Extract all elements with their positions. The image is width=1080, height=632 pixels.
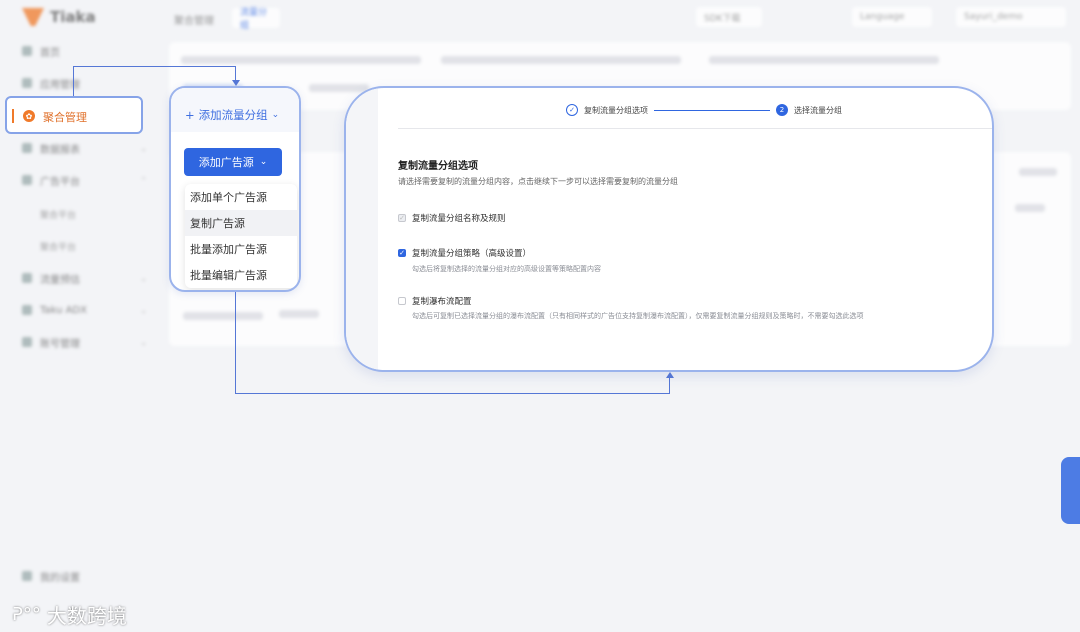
check-icon: ✓ bbox=[566, 104, 578, 116]
step-label: 复制流量分组选项 bbox=[584, 105, 648, 115]
sidebar-item-settings[interactable]: 我的设置 bbox=[22, 568, 147, 584]
chevron-down-icon: ⌄ bbox=[140, 305, 147, 315]
checkbox-disabled: ✓ bbox=[398, 214, 406, 222]
topbar: 聚合管理 流量分组 SDK下载 Language Sayuri_demo bbox=[160, 0, 1080, 36]
connector-line bbox=[235, 393, 670, 394]
row-action[interactable] bbox=[1015, 204, 1045, 212]
placement-filter[interactable] bbox=[709, 56, 939, 64]
section-description: 请选择需要复制的流量分组内容，点击继续下一步可以选择需要复制的流量分组 bbox=[398, 177, 678, 186]
dialog-side-strip bbox=[346, 88, 378, 370]
zoom-callout-add-source: + 添加流量分组 ⌄ 添加广告源 ⌄ 添加单个广告源 复制广告源 批量添加广告源… bbox=[169, 86, 301, 292]
language-select[interactable]: Language bbox=[852, 7, 932, 27]
sidebar-item-aggregation[interactable]: ✿ 聚合管理 bbox=[5, 96, 143, 134]
page-size-select[interactable] bbox=[279, 310, 319, 318]
page-title: 聚合管理 bbox=[174, 16, 214, 27]
option-copy-strategy[interactable]: ✓ 复制流量分组策略（高级设置） bbox=[398, 247, 531, 259]
sidebar-item-ad-platform[interactable]: 广告平台 ⌃ bbox=[22, 172, 147, 188]
option-copy-name-rules[interactable]: ✓ 复制流量分组名称及规则 bbox=[398, 212, 506, 224]
sidebar-item-adx[interactable]: Taku ADX ⌄ bbox=[22, 302, 147, 318]
section-title: 复制流量分组选项 bbox=[398, 161, 478, 172]
apps-icon bbox=[22, 78, 32, 88]
arrow-up-icon bbox=[666, 372, 674, 378]
step-number: 2 bbox=[776, 104, 788, 116]
chevron-down-icon: ⌄ bbox=[259, 157, 268, 167]
tag-chip[interactable]: 流量分组 bbox=[232, 8, 280, 31]
checkbox-unchecked bbox=[398, 297, 406, 305]
forecast-icon bbox=[22, 273, 32, 283]
logo: Tiaka bbox=[22, 8, 96, 26]
sidebar-item-account[interactable]: 账号管理 ⌄ bbox=[22, 334, 147, 350]
sidebar-subitem[interactable]: 聚合平台 bbox=[40, 208, 76, 221]
copy-group-dialog: ✓ 复制流量分组选项 2 选择流量分组 复制流量分组选项 请选择需要复制的流量分… bbox=[344, 86, 994, 372]
watermark-logo-icon: ᕈ°° bbox=[12, 604, 41, 625]
home-icon bbox=[22, 46, 32, 56]
chevron-up-icon: ⌃ bbox=[140, 175, 147, 185]
checkbox-checked: ✓ bbox=[398, 249, 406, 257]
user-icon bbox=[22, 337, 32, 347]
logo-text: Tiaka bbox=[50, 8, 96, 26]
sidebar-subitem[interactable]: 聚合平台 bbox=[40, 240, 76, 253]
plus-icon: + bbox=[185, 108, 195, 122]
add-traffic-group-label: 添加流量分组 bbox=[198, 108, 268, 122]
sidebar: Tiaka 首页 应用管理 数据报表 ⌄ 广告平台 ⌃ 聚合平台 聚合平台 流量预估… bbox=[0, 0, 160, 632]
step-2: 2 选择流量分组 bbox=[776, 104, 842, 116]
menu-item-batch-add[interactable]: 批量添加广告源 bbox=[185, 236, 297, 262]
pagination-text bbox=[183, 312, 263, 320]
connector-line bbox=[73, 66, 74, 96]
gear-icon bbox=[22, 571, 32, 581]
menu-item-add-single[interactable]: 添加单个广告源 bbox=[185, 184, 297, 210]
aggregation-icon: ✿ bbox=[23, 110, 35, 122]
date-filter[interactable] bbox=[181, 56, 421, 64]
watermark: ᕈ°° 大数跨境 bbox=[12, 600, 127, 629]
add-source-menu: 添加单个广告源 复制广告源 批量添加广告源 批量编辑广告源 bbox=[185, 184, 297, 288]
connector-line bbox=[669, 377, 670, 394]
divider bbox=[398, 128, 992, 129]
sdk-download-button[interactable]: SDK下载 bbox=[696, 7, 762, 27]
adx-icon bbox=[22, 305, 32, 315]
option-label: 复制瀑布流配置 bbox=[412, 297, 472, 307]
add-ad-source-button[interactable]: 添加广告源 ⌄ bbox=[184, 148, 282, 176]
step-1: ✓ 复制流量分组选项 bbox=[566, 104, 648, 116]
option-hint: 勾选后可复制已选择流量分组的瀑布流配置（只有相同样式的广告位支持复制瀑布流配置）… bbox=[412, 312, 864, 320]
active-indicator bbox=[12, 109, 14, 123]
option-label: 复制流量分组策略（高级设置） bbox=[412, 249, 532, 259]
step-connector bbox=[654, 110, 770, 111]
menu-item-batch-edit[interactable]: 批量编辑广告源 bbox=[185, 262, 297, 288]
add-ad-source-label: 添加广告源 bbox=[198, 156, 254, 169]
sidebar-item-apps[interactable]: 应用管理 bbox=[22, 75, 147, 91]
chevron-down-icon: ⌄ bbox=[140, 273, 147, 283]
option-copy-waterfall[interactable]: 复制瀑布流配置 bbox=[398, 295, 472, 307]
option-hint: 勾选后将复制选择的流量分组对应的高级设置等策略配置内容 bbox=[412, 265, 601, 273]
chevron-down-icon: ⌄ bbox=[140, 337, 147, 347]
step-label: 选择流量分组 bbox=[794, 105, 842, 115]
sidebar-item-reports[interactable]: 数据报表 ⌄ bbox=[22, 140, 147, 156]
user-menu[interactable]: Sayuri_demo bbox=[956, 7, 1066, 27]
app-filter[interactable] bbox=[441, 56, 681, 64]
chevron-down-icon: ⌄ bbox=[271, 110, 280, 120]
sidebar-item-home[interactable]: 首页 bbox=[22, 43, 147, 59]
logo-mark-icon bbox=[22, 8, 44, 26]
chevron-down-icon: ⌄ bbox=[140, 143, 147, 153]
watermark-text: 大数跨境 bbox=[46, 604, 127, 628]
platform-icon bbox=[22, 175, 32, 185]
sidebar-item-label: 聚合管理 bbox=[43, 111, 87, 124]
sidebar-item-forecast[interactable]: 流量预估 ⌄ bbox=[22, 270, 147, 286]
connector-line bbox=[235, 292, 236, 394]
menu-item-copy-source[interactable]: 复制广告源 bbox=[185, 210, 297, 236]
report-icon bbox=[22, 143, 32, 153]
floating-help-tab[interactable] bbox=[1061, 457, 1080, 524]
export-button[interactable] bbox=[1019, 168, 1057, 176]
option-label: 复制流量分组名称及规则 bbox=[412, 214, 506, 224]
add-traffic-group-button[interactable]: + 添加流量分组 ⌄ bbox=[185, 107, 279, 123]
connector-line bbox=[73, 66, 236, 67]
